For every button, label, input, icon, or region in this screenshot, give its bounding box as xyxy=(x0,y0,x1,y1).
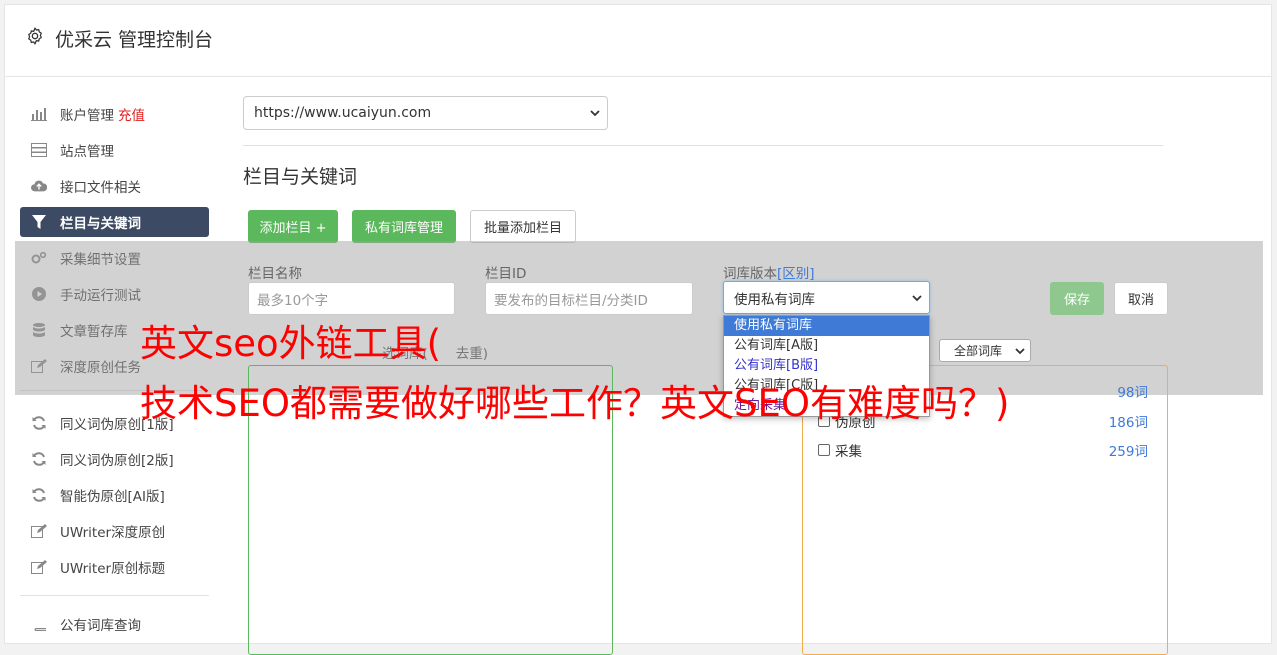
lib-name: 采集 xyxy=(835,444,862,460)
page-title: 优采云 管理控制台 xyxy=(55,29,214,51)
edit-icon xyxy=(31,559,47,575)
sidebar-item-label: 公有词库查询 xyxy=(60,618,141,634)
sidebar-item-label: 站点管理 xyxy=(60,144,114,160)
checkbox[interactable] xyxy=(818,444,830,456)
chevron-down-icon xyxy=(1015,348,1025,355)
edit-icon xyxy=(31,523,47,539)
sidebar-item-ai-rewrite[interactable]: 智能伪原创[AI版] xyxy=(20,480,209,510)
lib-version-label-text: 词库版本 xyxy=(723,266,777,282)
private-lib-button[interactable]: 私有词库管理 xyxy=(352,210,456,243)
lib-count: 259词 xyxy=(1108,444,1148,460)
sidebar-item-synonym-v2[interactable]: 同义词伪原创[2版] xyxy=(20,444,209,474)
header: 优采云 管理控制台 xyxy=(5,5,1271,77)
diff-link[interactable]: [区别] xyxy=(777,266,815,282)
gear-icon xyxy=(28,27,42,45)
bar-chart-icon xyxy=(31,106,47,122)
add-column-button[interactable]: 添加栏目 + xyxy=(248,210,338,243)
save-button[interactable]: 保存 xyxy=(1050,282,1104,315)
site-url-select[interactable]: https://www.ucaiyun.com xyxy=(243,96,608,130)
sidebar-item-label: 栏目与关键词 xyxy=(60,216,141,232)
refresh-icon xyxy=(31,451,47,467)
col-name-input[interactable]: 最多10个字 xyxy=(248,282,455,315)
recharge-link[interactable]: 充值 xyxy=(118,104,145,124)
lib-row[interactable]: 采集 259词 xyxy=(818,440,1148,460)
dropdown-option-public-a[interactable]: 公有词库[A版] xyxy=(724,336,929,356)
sidebar-item-label: UWriter原创标题 xyxy=(60,561,166,577)
watermark-line-2: 技术SEO都需要做好哪些工作？英文SEO有难度吗？) xyxy=(140,382,1010,425)
col-id-input[interactable]: 要发布的目标栏目/分类ID xyxy=(485,282,693,315)
sidebar-item-sites[interactable]: 站点管理 xyxy=(20,135,209,165)
sidebar-item-label: 智能伪原创[AI版] xyxy=(60,489,165,505)
divider xyxy=(243,145,1163,146)
lib-count: 186词 xyxy=(1108,415,1148,431)
sidebar-item-account[interactable]: 账户管理 充值 xyxy=(20,99,209,129)
server-icon xyxy=(31,142,47,158)
col-name-placeholder: 最多10个字 xyxy=(257,292,329,309)
sidebar-item-uwriter-title[interactable]: UWriter原创标题 xyxy=(20,552,209,582)
refresh-icon xyxy=(31,415,47,431)
sidebar-item-label: UWriter深度原创 xyxy=(60,525,166,541)
sidebar-item-label: 账户管理 xyxy=(60,108,114,124)
sidebar-item-api-files[interactable]: 接口文件相关 xyxy=(20,171,209,201)
col-id-placeholder: 要发布的目标栏目/分类ID xyxy=(494,292,648,309)
site-url-value: https://www.ucaiyun.com xyxy=(254,105,432,121)
lib-version-value: 使用私有词库 xyxy=(734,291,815,308)
chevron-down-icon xyxy=(912,295,922,302)
col-id-label: 栏目ID xyxy=(485,266,527,282)
col-name-label: 栏目名称 xyxy=(248,266,302,282)
all-lib-value: 全部词库 xyxy=(954,344,1003,358)
lib-version-label: 词库版本[区别] xyxy=(723,262,815,282)
refresh-icon xyxy=(31,487,47,503)
cloud-upload-icon xyxy=(31,178,47,194)
filter-icon xyxy=(31,214,47,230)
sidebar-item-label: 接口文件相关 xyxy=(60,180,141,196)
lib-version-select[interactable]: 使用私有词库 xyxy=(723,281,930,314)
sidebar-item-columns-keywords[interactable]: 栏目与关键词 xyxy=(20,207,209,237)
sidebar-divider xyxy=(20,595,209,596)
sidebar-item-label: 同义词伪原创[2版] xyxy=(60,453,174,469)
chevron-down-icon xyxy=(590,110,600,117)
batch-add-button[interactable]: 批量添加栏目 xyxy=(470,210,576,243)
sidebar-item-public-lib[interactable]: 公有词库查询 xyxy=(20,609,209,639)
section-title: 栏目与关键词 xyxy=(243,166,358,188)
sidebar-item-uwriter-deep[interactable]: UWriter深度原创 xyxy=(20,516,209,546)
dropdown-option-private[interactable]: 使用私有词库 xyxy=(724,316,929,336)
watermark-line-1: 英文seo外链工具( xyxy=(140,322,442,365)
book-icon xyxy=(31,616,47,632)
cancel-button[interactable]: 取消 xyxy=(1114,282,1168,315)
dropdown-option-public-b[interactable]: 公有词库[B版] xyxy=(724,356,929,376)
all-lib-select[interactable]: 全部词库 xyxy=(939,339,1031,362)
selected-lib-label-tail: 去重) xyxy=(455,346,489,362)
lib-count: 98词 xyxy=(1117,385,1148,401)
